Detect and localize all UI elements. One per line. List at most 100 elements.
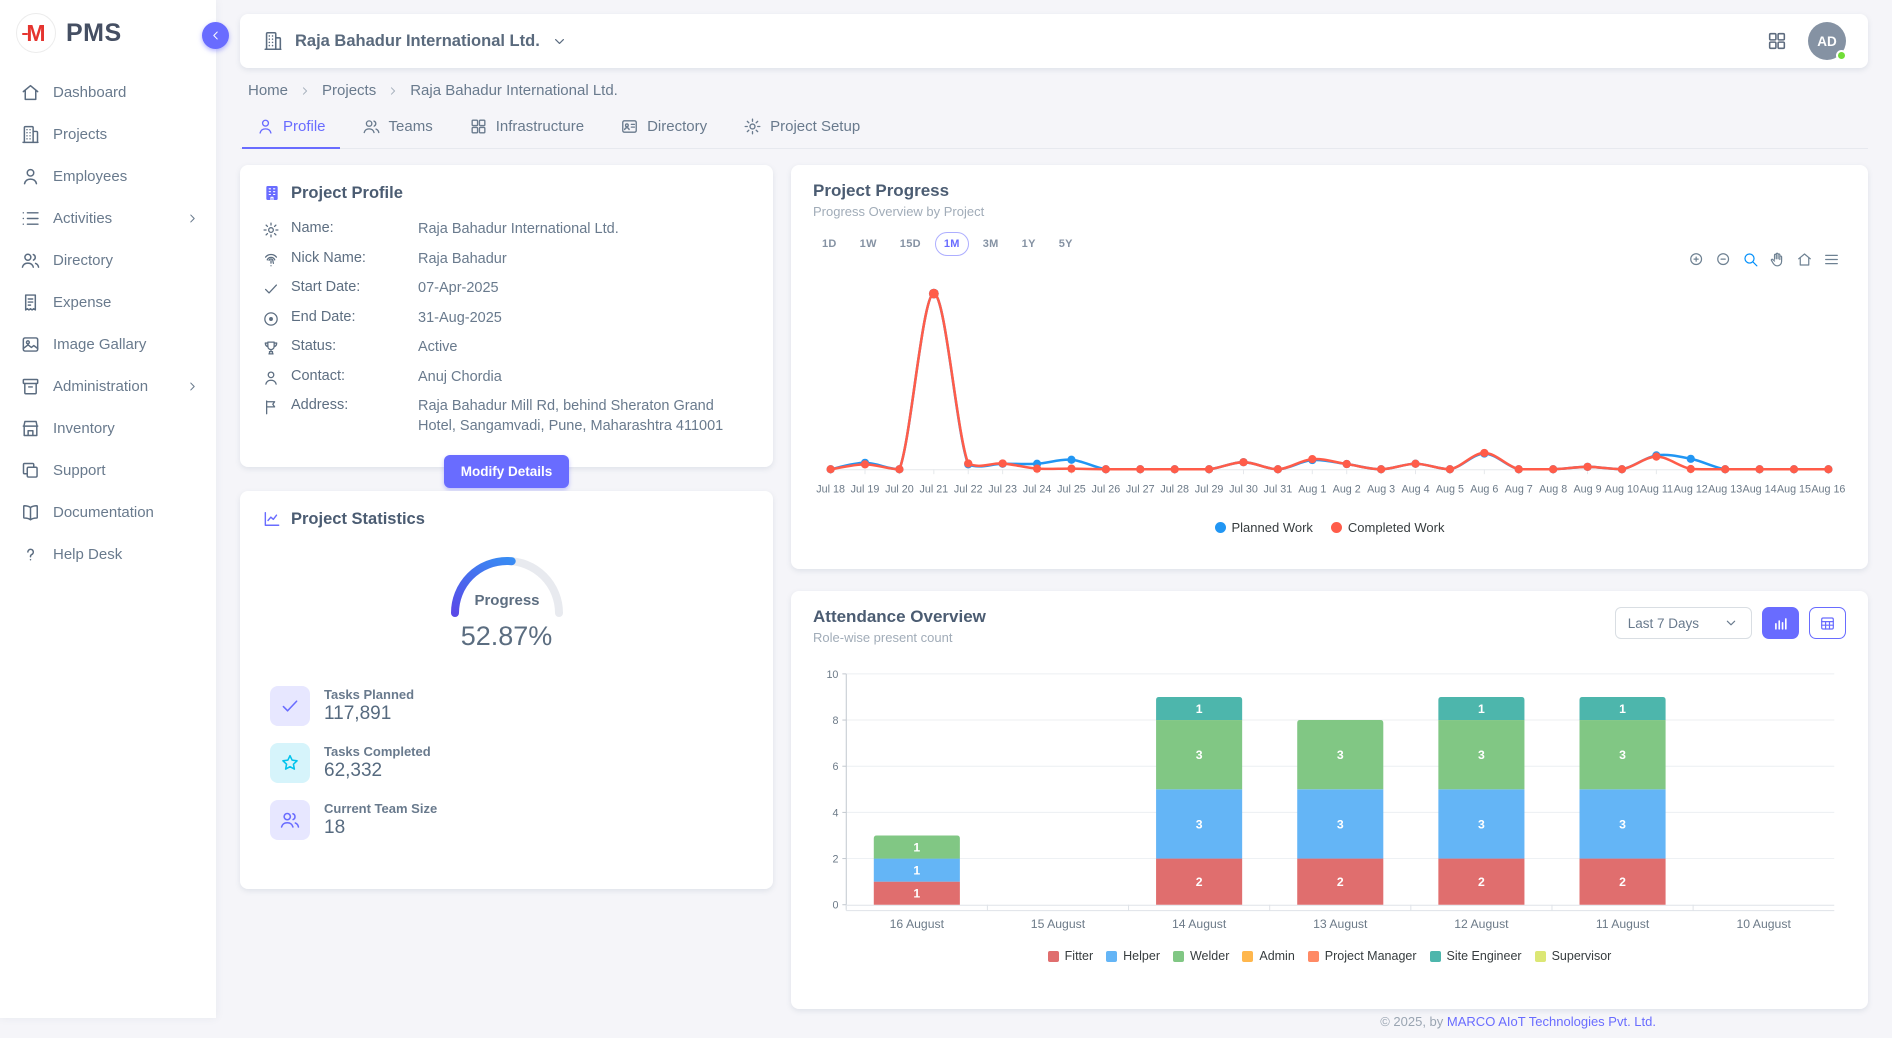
svg-text:Jul 26: Jul 26 xyxy=(1092,484,1121,496)
toolbar-zoom-out-button[interactable] xyxy=(1715,251,1732,268)
sidebar-item-dashboard[interactable]: Dashboard xyxy=(4,74,216,111)
legend-planned-work[interactable]: Planned Work xyxy=(1215,520,1313,535)
sidebar-item-employees[interactable]: Employees xyxy=(4,158,216,195)
sidebar-item-administration[interactable]: Administration xyxy=(4,368,216,405)
svg-text:0: 0 xyxy=(832,900,838,912)
legend-fitter[interactable]: Fitter xyxy=(1048,949,1093,963)
toolbar-zoom-in-button[interactable] xyxy=(1688,251,1705,268)
progress-percent-value: 52.87% xyxy=(262,621,751,652)
magnifier-icon xyxy=(1742,251,1759,268)
online-status-dot xyxy=(1836,50,1847,61)
svg-text:Aug 2: Aug 2 xyxy=(1333,484,1361,496)
building-icon xyxy=(262,30,284,52)
check-icon xyxy=(262,280,280,298)
svg-text:3: 3 xyxy=(1196,748,1203,762)
progress-line-chart: Jul 18Jul 19Jul 20Jul 21Jul 22Jul 23Jul … xyxy=(813,266,1846,518)
tab-directory[interactable]: Directory xyxy=(606,107,721,149)
list-icon xyxy=(20,208,41,229)
legend-helper[interactable]: Helper xyxy=(1106,949,1160,963)
legend-completed-work[interactable]: Completed Work xyxy=(1331,520,1445,535)
sidebar-item-projects[interactable]: Projects xyxy=(4,116,216,153)
profile-field-status-: Status:Active xyxy=(262,333,751,363)
company-name: Raja Bahadur International Ltd. xyxy=(295,32,540,51)
toolbar-home-button[interactable] xyxy=(1796,251,1813,268)
table-view-button[interactable] xyxy=(1809,607,1846,639)
sidebar-item-label: Expense xyxy=(53,294,111,311)
breadcrumb-item-home[interactable]: Home xyxy=(248,82,288,99)
svg-text:3: 3 xyxy=(1478,748,1485,762)
tab-project-setup[interactable]: Project Setup xyxy=(729,107,874,149)
chevron-right-icon xyxy=(185,379,200,394)
trophy-icon xyxy=(262,339,280,357)
content-columns: Project Profile Name:Raja Bahadur Intern… xyxy=(240,165,1868,1009)
user-icon xyxy=(20,166,41,187)
toolbar-menu-button[interactable] xyxy=(1823,251,1840,268)
range-3m-button[interactable]: 3M xyxy=(974,232,1008,256)
home-icon xyxy=(1796,251,1813,268)
legend-project-manager[interactable]: Project Manager xyxy=(1308,949,1417,963)
breadcrumb-item-projects[interactable]: Projects xyxy=(322,82,376,99)
profile-field-start-date-: Start Date:07-Apr-2025 xyxy=(262,274,751,304)
sidebar-item-support[interactable]: Support xyxy=(4,452,216,489)
svg-text:10 August: 10 August xyxy=(1737,917,1792,931)
left-column: Project Profile Name:Raja Bahadur Intern… xyxy=(240,165,773,1009)
range-select[interactable]: Last 7 Days xyxy=(1615,607,1752,639)
hand-icon xyxy=(1769,251,1786,268)
progress-chart-title: Project Progress xyxy=(813,181,1846,201)
svg-text:Jul 20: Jul 20 xyxy=(885,484,914,496)
sidebar-item-inventory[interactable]: Inventory xyxy=(4,410,216,447)
sidebar-item-help-desk[interactable]: Help Desk xyxy=(4,536,216,573)
sidebar-item-image-gallary[interactable]: Image Gallary xyxy=(4,326,216,363)
svg-text:3: 3 xyxy=(1619,817,1626,831)
range-15d-button[interactable]: 15D xyxy=(891,232,930,256)
modify-details-button[interactable]: Modify Details xyxy=(444,455,570,488)
toolbar-magnifier-button[interactable] xyxy=(1742,251,1759,268)
range-1m-button[interactable]: 1M xyxy=(935,232,969,256)
chart-view-button[interactable] xyxy=(1762,607,1799,639)
sidebar-item-activities[interactable]: Activities xyxy=(4,200,216,237)
user-avatar[interactable]: AD xyxy=(1808,22,1846,60)
sidebar-item-directory[interactable]: Directory xyxy=(4,242,216,279)
range-5y-button[interactable]: 5Y xyxy=(1050,232,1082,256)
tab-profile[interactable]: Profile xyxy=(242,107,340,149)
gear-icon xyxy=(262,221,280,239)
svg-text:15 August: 15 August xyxy=(1031,917,1086,931)
sidebar-item-expense[interactable]: Expense xyxy=(4,284,216,321)
store-icon xyxy=(20,418,41,439)
range-1w-button[interactable]: 1W xyxy=(851,232,886,256)
toolbar-hand-button[interactable] xyxy=(1769,251,1786,268)
sidebar-item-documentation[interactable]: Documentation xyxy=(4,494,216,531)
users-icon xyxy=(279,809,301,831)
project-statistics-card: Project Statistics Progress 52.87% Tasks… xyxy=(240,491,773,889)
profile-field-name-: Name:Raja Bahadur International Ltd. xyxy=(262,215,751,245)
stat-current-team-size: Current Team Size18 xyxy=(270,800,751,840)
image-icon xyxy=(20,334,41,355)
footer-company-link[interactable]: MARCO AIoT Technologies Pvt. Ltd. xyxy=(1447,1014,1656,1029)
sidebar-item-label: Dashboard xyxy=(53,84,126,101)
legend-welder[interactable]: Welder xyxy=(1173,949,1229,963)
svg-text:Aug 13: Aug 13 xyxy=(1708,484,1742,496)
svg-text:Aug 15: Aug 15 xyxy=(1777,484,1811,496)
chart-toolbar xyxy=(1688,251,1840,268)
legend-admin[interactable]: Admin xyxy=(1242,949,1294,963)
svg-text:Aug 6: Aug 6 xyxy=(1470,484,1498,496)
statistics-list: Tasks Planned117,891Tasks Completed62,33… xyxy=(262,686,751,840)
svg-text:6: 6 xyxy=(832,761,838,773)
attendance-overview-card: Attendance Overview Role-wise present co… xyxy=(791,591,1868,1009)
company-selector[interactable]: Raja Bahadur International Ltd. xyxy=(262,30,568,52)
tab-infrastructure[interactable]: Infrastructure xyxy=(455,107,598,149)
gear-icon xyxy=(743,117,762,136)
breadcrumb-separator xyxy=(298,84,312,98)
range-1y-button[interactable]: 1Y xyxy=(1013,232,1045,256)
sidebar-collapse-button[interactable] xyxy=(202,22,229,49)
building-badge-icon xyxy=(262,183,282,203)
tab-teams[interactable]: Teams xyxy=(348,107,447,149)
sidebar-item-label: Projects xyxy=(53,126,107,143)
apps-grid-icon[interactable] xyxy=(1766,30,1788,52)
statistics-card-title: Project Statistics xyxy=(291,510,425,529)
legend-site-engineer[interactable]: Site Engineer xyxy=(1430,949,1522,963)
profile-field-contact-: Contact:Anuj Chordia xyxy=(262,363,751,393)
legend-supervisor[interactable]: Supervisor xyxy=(1535,949,1612,963)
svg-text:Progress: Progress xyxy=(474,592,539,609)
range-1d-button[interactable]: 1D xyxy=(813,232,846,256)
